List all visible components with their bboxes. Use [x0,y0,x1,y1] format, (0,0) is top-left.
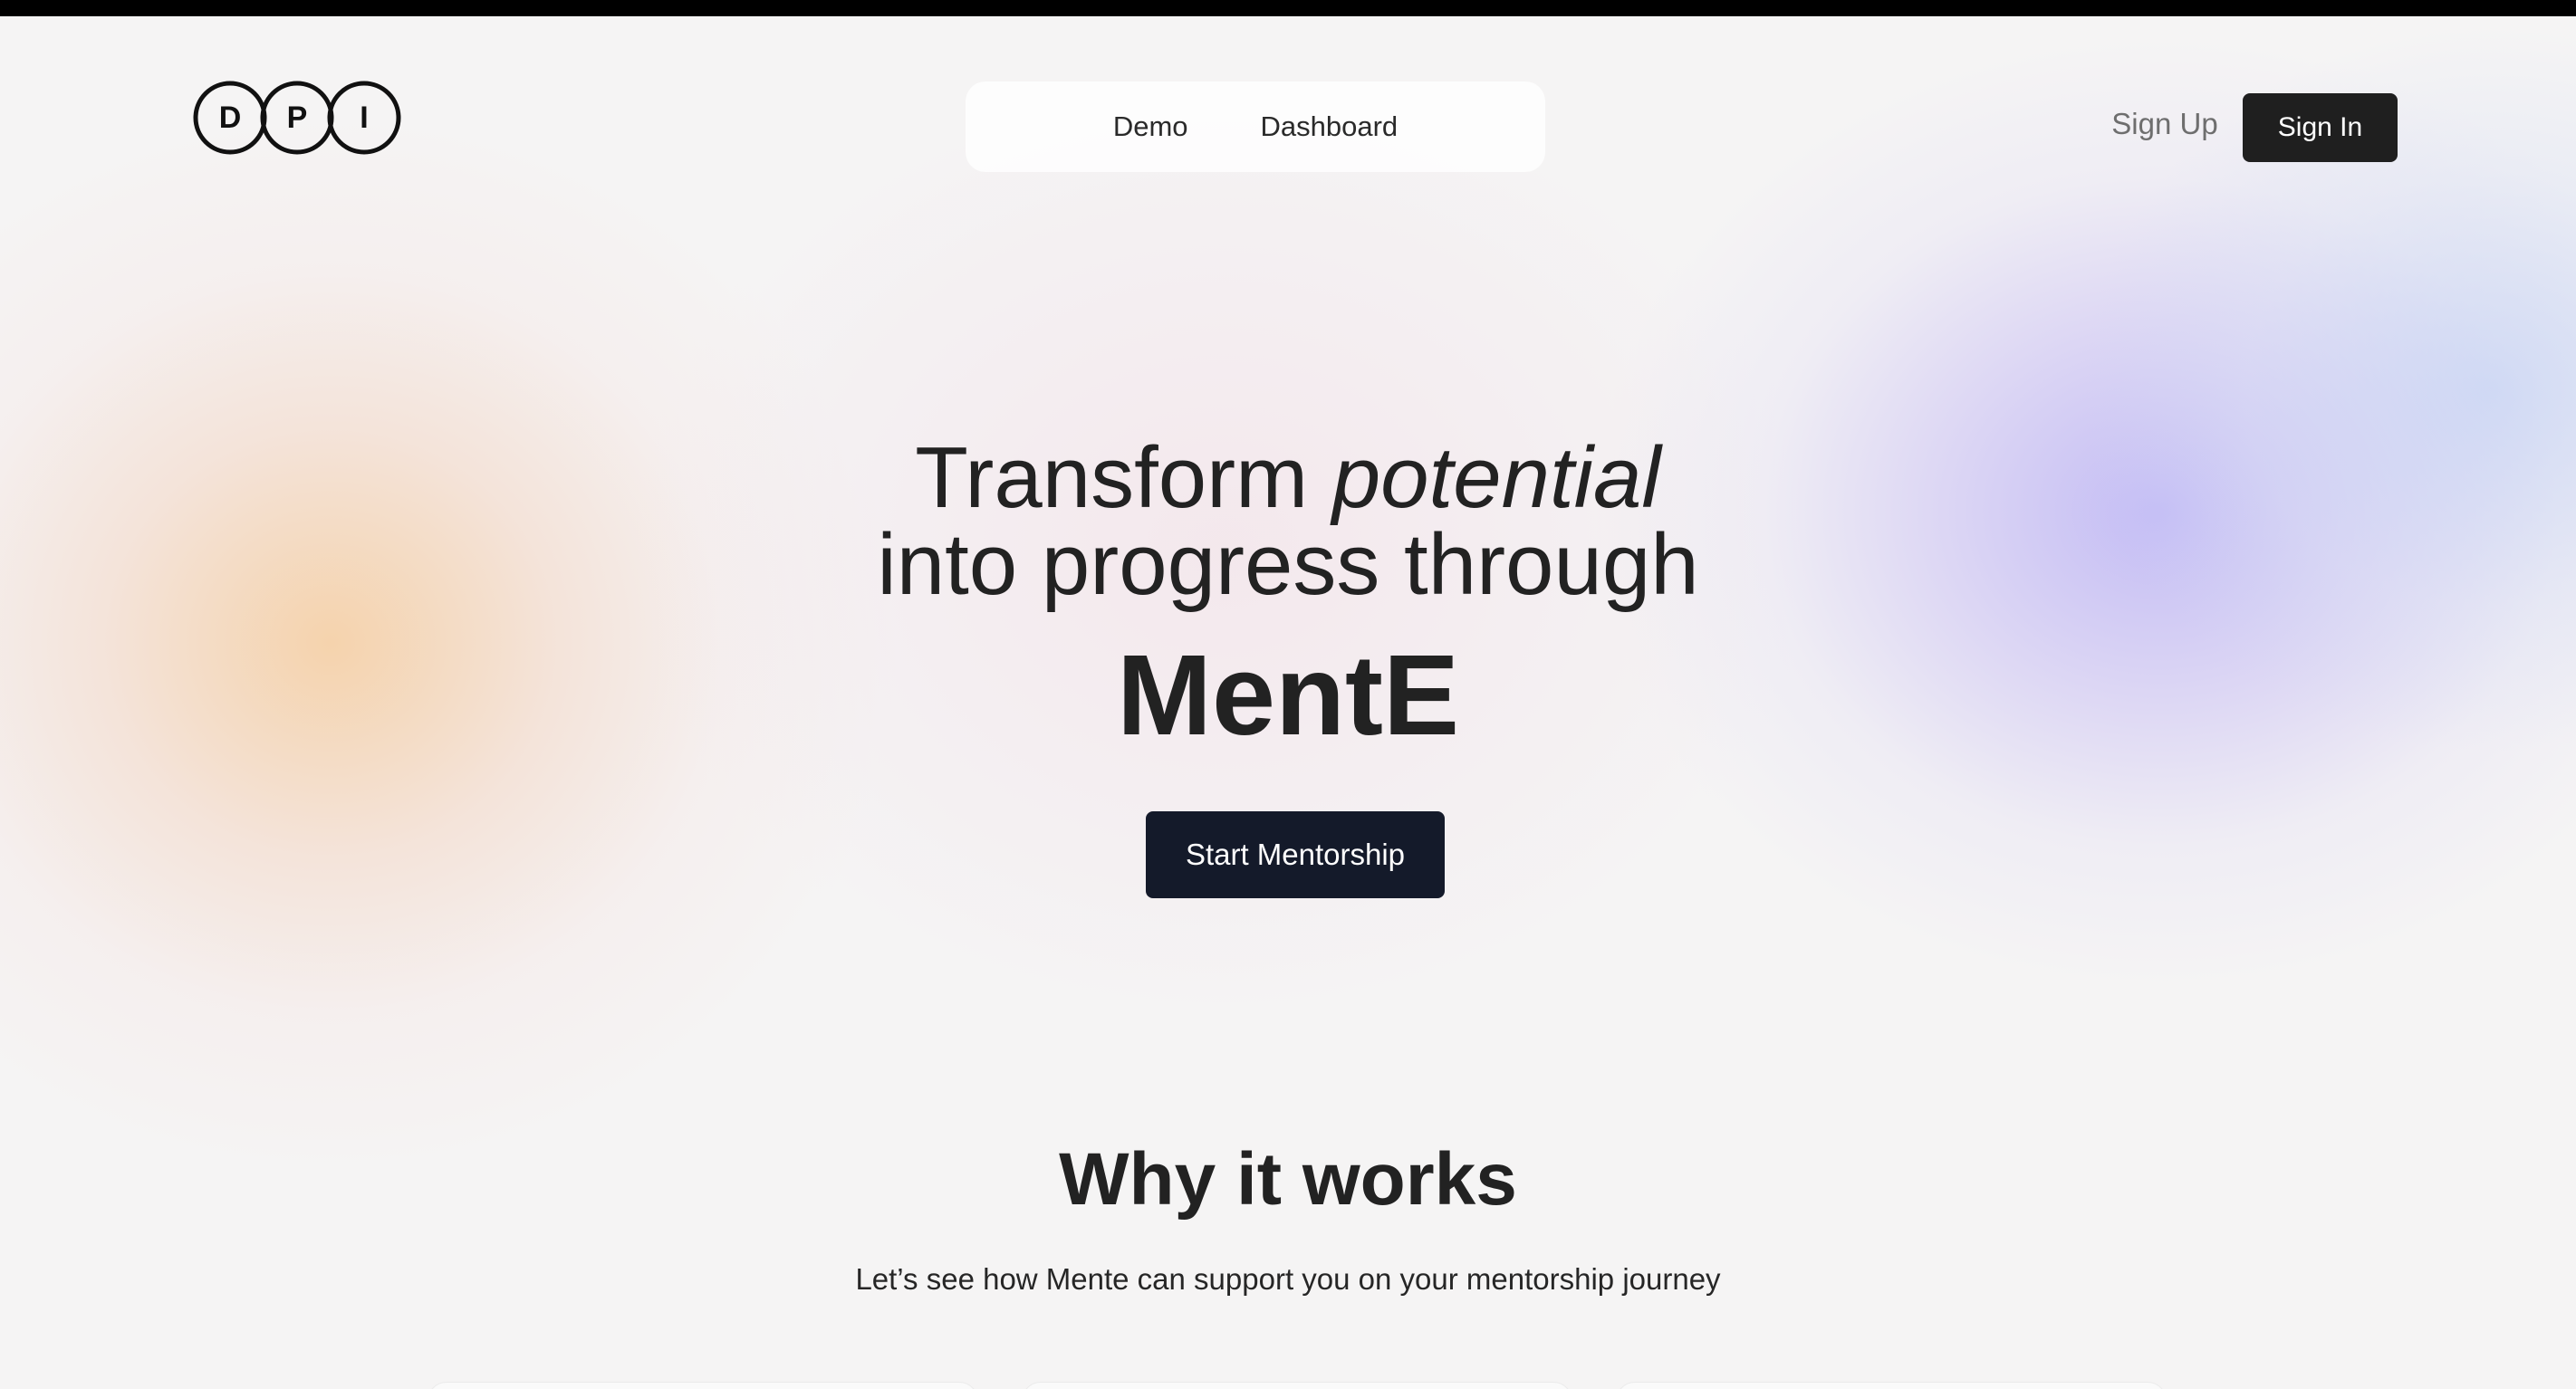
logo-letter-p: P [287,101,308,135]
hero-headline-emphasis: potential [1331,429,1661,526]
hero-headline-prefix: Transform [915,429,1309,526]
feature-card [428,1382,978,1389]
product-name: MentE [1117,631,1459,759]
sign-in-button[interactable]: Sign In [2243,93,2398,162]
feature-card [1022,1382,1572,1389]
why-it-works-subtitle: Let’s see how Mente can support you on y… [855,1262,1721,1296]
start-mentorship-button[interactable]: Start Mentorship [1146,811,1445,898]
hero-headline-line1: Transform potential [0,435,2576,522]
logo-letter-d: D [219,101,242,135]
dpi-logo-icon: D P I [193,81,401,155]
feature-card [1616,1382,2167,1389]
dpi-logo[interactable]: D P I [192,80,402,156]
nav-link-demo[interactable]: Demo [1113,110,1188,143]
nav-link-dashboard[interactable]: Dashboard [1261,110,1399,143]
browser-top-bar [0,0,2576,16]
main-nav: Demo Dashboard [966,81,1545,172]
why-it-works-heading: Why it works [1059,1138,1517,1221]
hero-headline-line2: into progress through [877,516,1699,613]
logo-letter-i: I [360,101,368,135]
sign-up-link[interactable]: Sign Up [2083,107,2246,141]
landing-page: D P I Demo Dashboard Sign Up Sign In Tra… [0,0,2576,1389]
